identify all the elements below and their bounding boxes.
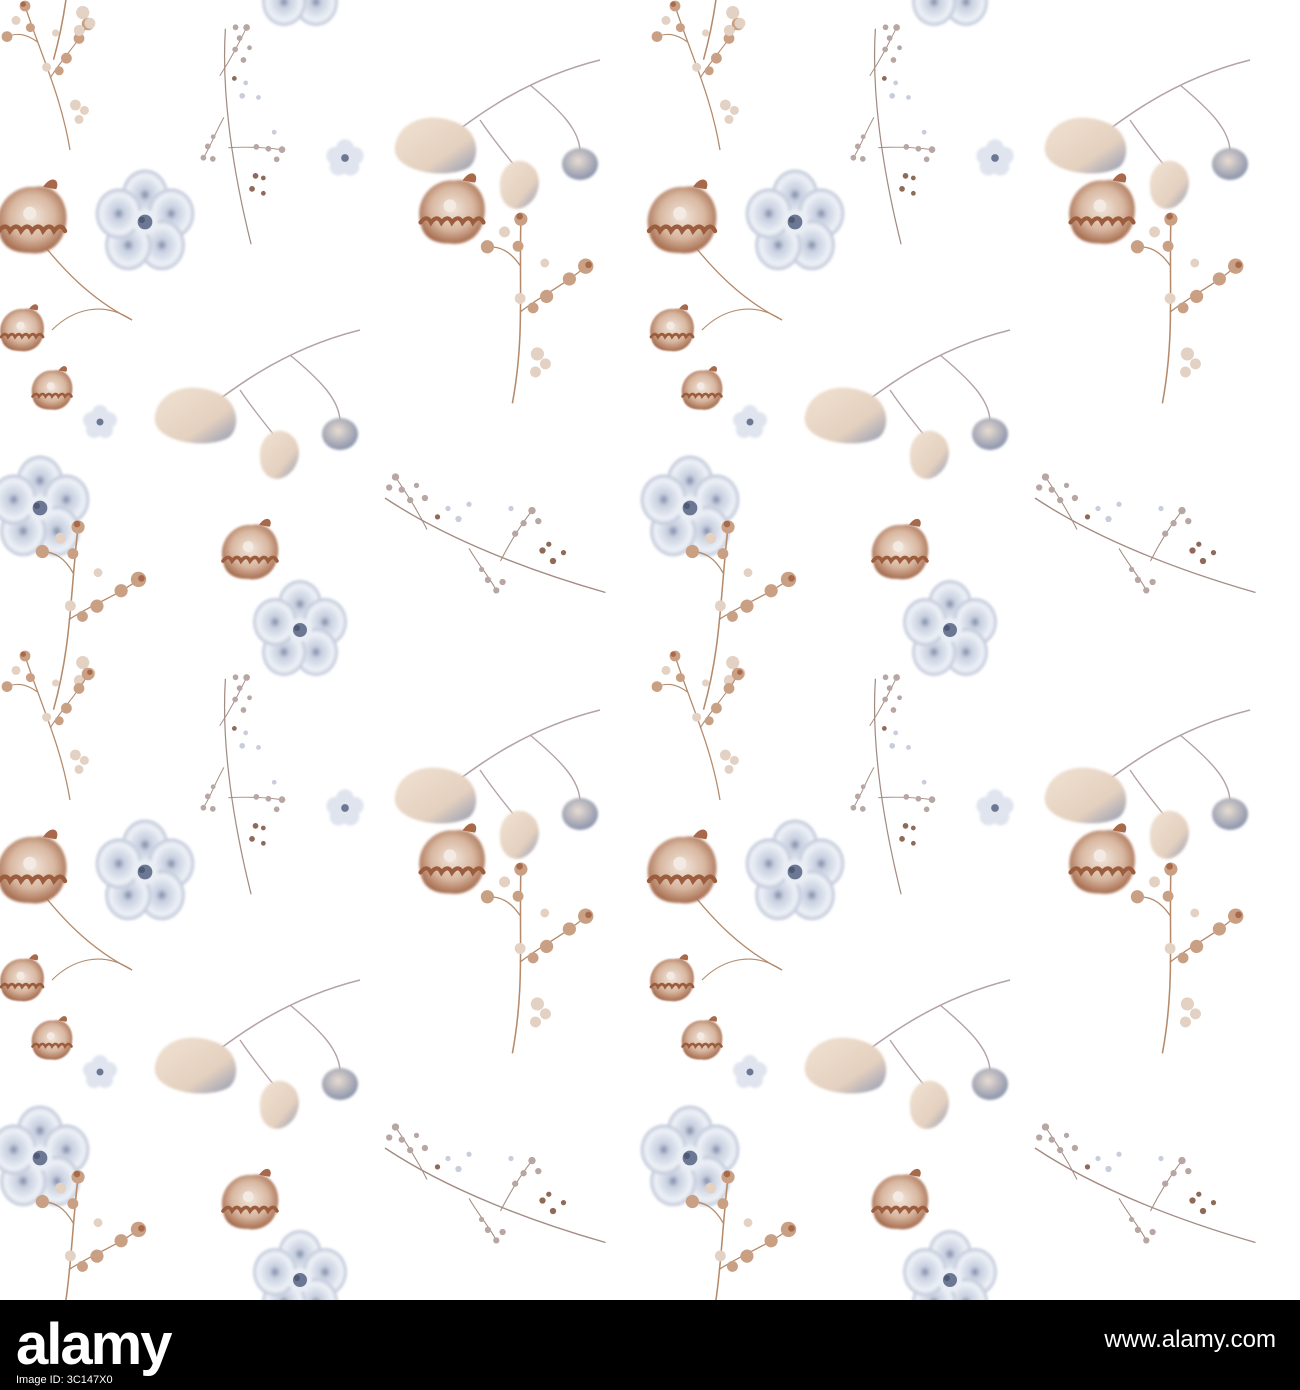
pattern-tile-1 — [0, 1, 606, 723]
pattern-tile-edge-top — [0, 0, 1256, 72]
pattern-tile-3 — [0, 651, 606, 1300]
floral-pattern-illustration — [0, 0, 1300, 1300]
alamy-logo: alamy — [16, 1310, 172, 1380]
image-id-label: Image ID: 3C147X0 — [16, 1374, 113, 1386]
logo-text: alamy — [16, 1312, 172, 1377]
website-url: www.alamy.com — [1104, 1326, 1276, 1353]
pattern-tile-4 — [628, 651, 1256, 1300]
watermark-footer-bar: alamy Image ID: 3C147X0 www.alamy.com — [0, 1300, 1300, 1390]
pattern-tile-2 — [628, 1, 1256, 723]
